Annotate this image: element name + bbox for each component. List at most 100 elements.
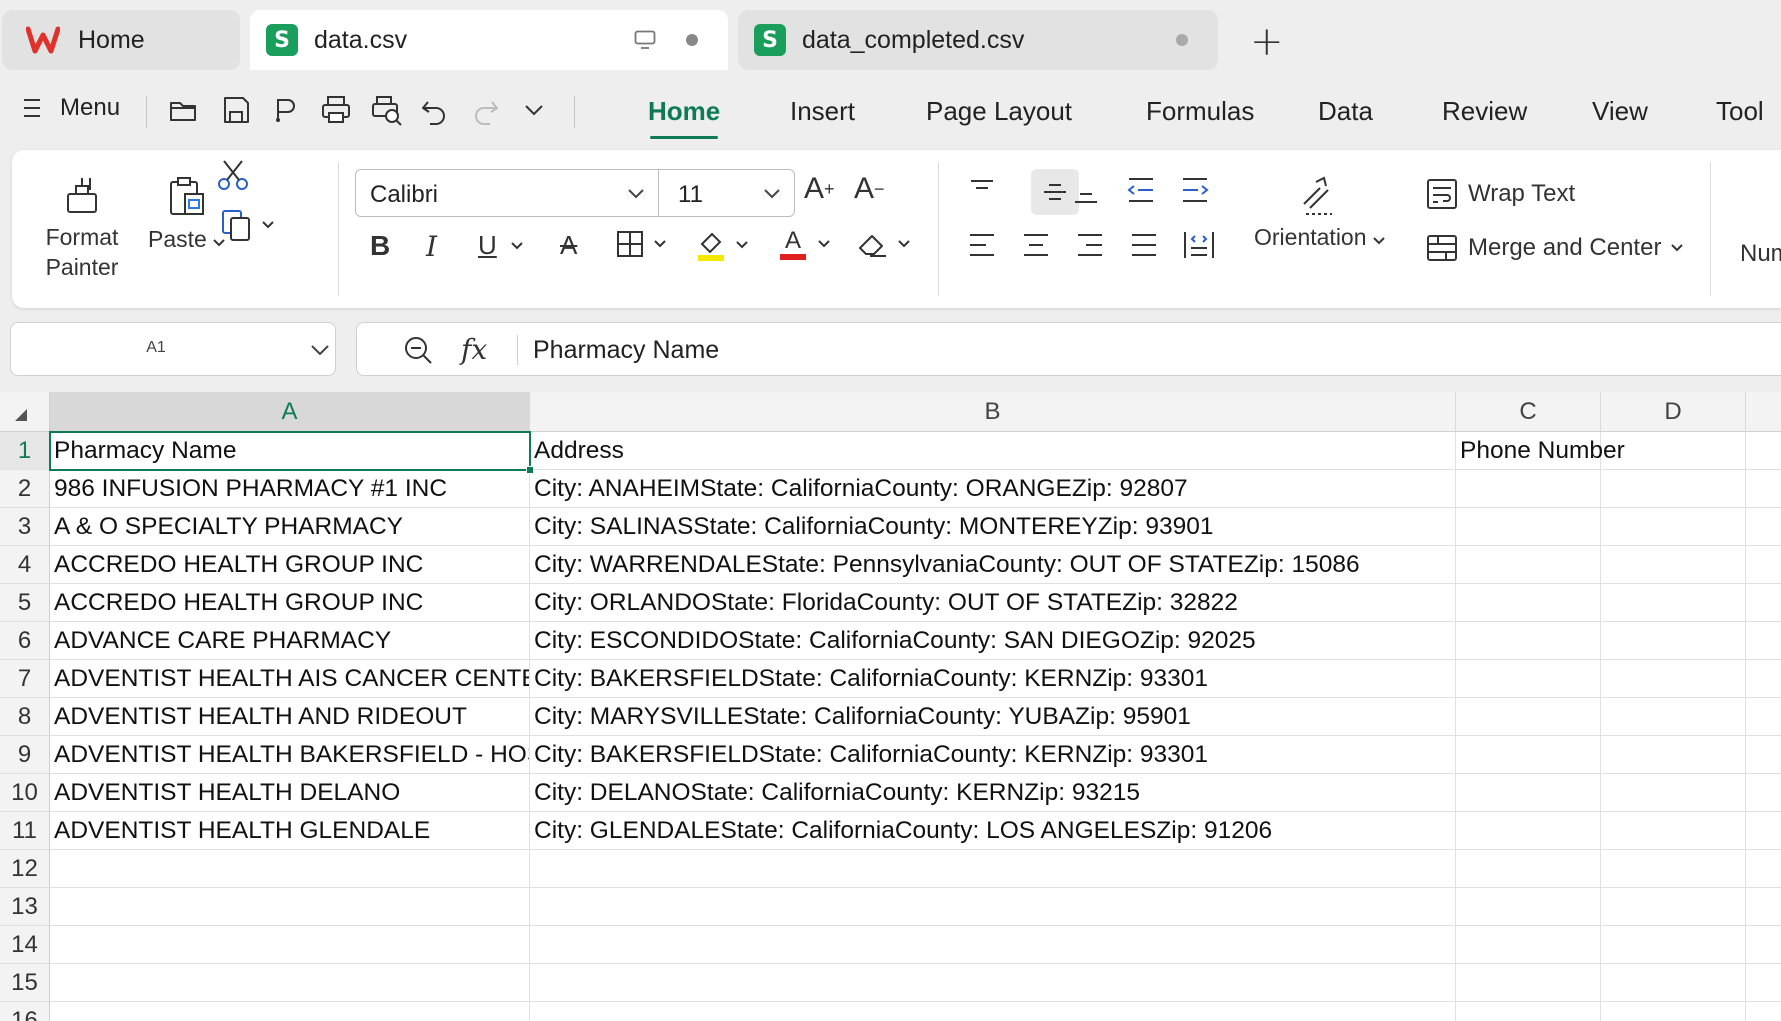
cell-c3[interactable]: [1456, 508, 1601, 546]
format-painter-button[interactable]: Format Painter: [44, 174, 120, 282]
row-header[interactable]: 2: [0, 470, 50, 508]
row-header[interactable]: 1: [0, 432, 50, 470]
chevron-down-icon[interactable]: [628, 189, 644, 199]
ribbon-tab-review[interactable]: Review: [1442, 96, 1527, 127]
tab-home[interactable]: Home: [2, 10, 240, 70]
row-header[interactable]: 10: [0, 774, 50, 812]
row-header[interactable]: 4: [0, 546, 50, 584]
cell-e12[interactable]: [1746, 850, 1781, 888]
cell-d12[interactable]: [1601, 850, 1746, 888]
cell-d16[interactable]: [1601, 1002, 1746, 1021]
cell-e8[interactable]: [1746, 698, 1781, 736]
cell-d5[interactable]: [1601, 584, 1746, 622]
ribbon-tab-view[interactable]: View: [1592, 96, 1648, 127]
ribbon-tab-tool[interactable]: Tool: [1716, 96, 1764, 127]
cut-icon[interactable]: [216, 158, 250, 192]
cell-reference[interactable]: A1: [11, 339, 301, 357]
cell-b9[interactable]: City: BAKERSFIELDState: CaliforniaCounty…: [530, 736, 1456, 774]
cell-d1[interactable]: [1601, 432, 1746, 470]
cell-d2[interactable]: [1601, 470, 1746, 508]
font-name-input[interactable]: Calibri: [370, 181, 438, 209]
cell-e10[interactable]: [1746, 774, 1781, 812]
tab-data-csv[interactable]: S data.csv: [250, 10, 728, 70]
chevron-down-icon[interactable]: [311, 345, 329, 355]
cell-d7[interactable]: [1601, 660, 1746, 698]
align-bottom-icon[interactable]: [1072, 178, 1100, 206]
tab-data-completed-csv[interactable]: S data_completed.csv: [738, 10, 1218, 70]
cell-c7[interactable]: [1456, 660, 1601, 698]
borders-button[interactable]: [616, 230, 666, 258]
unsaved-dot-icon[interactable]: [1176, 34, 1188, 46]
font-size-input[interactable]: 11: [678, 181, 703, 209]
cell-c12[interactable]: [1456, 850, 1601, 888]
cell-b8[interactable]: City: MARYSVILLEState: CaliforniaCounty:…: [530, 698, 1456, 736]
cell-d11[interactable]: [1601, 812, 1746, 850]
cell-d6[interactable]: [1601, 622, 1746, 660]
cell-e1[interactable]: [1746, 432, 1781, 470]
name-box[interactable]: A1: [10, 322, 336, 376]
ribbon-tab-insert[interactable]: Insert: [790, 96, 855, 127]
cell-b16[interactable]: [530, 1002, 1456, 1021]
column-header-d[interactable]: D: [1601, 392, 1746, 432]
cell-b11[interactable]: City: GLENDALEState: CaliforniaCounty: L…: [530, 812, 1456, 850]
cell-b12[interactable]: [530, 850, 1456, 888]
row-header[interactable]: 7: [0, 660, 50, 698]
cell-c4[interactable]: [1456, 546, 1601, 584]
cell-e5[interactable]: [1746, 584, 1781, 622]
cell-e7[interactable]: [1746, 660, 1781, 698]
chevron-down-icon[interactable]: [522, 102, 546, 118]
orientation-button[interactable]: Orientation: [1254, 174, 1385, 251]
increase-font-size-icon[interactable]: A +: [804, 172, 835, 206]
cell-c2[interactable]: [1456, 470, 1601, 508]
cell-b13[interactable]: [530, 888, 1456, 926]
row-header[interactable]: 9: [0, 736, 50, 774]
cell-a4[interactable]: ACCREDO HEALTH GROUP INC: [50, 546, 530, 584]
cell-c6[interactable]: [1456, 622, 1601, 660]
cell-a6[interactable]: ADVANCE CARE PHARMACY: [50, 622, 530, 660]
row-header[interactable]: 3: [0, 508, 50, 546]
row-header[interactable]: 13: [0, 888, 50, 926]
row-header[interactable]: 8: [0, 698, 50, 736]
ribbon-tab-data[interactable]: Data: [1318, 96, 1373, 127]
formula-input[interactable]: Pharmacy Name: [533, 336, 719, 365]
cell-d14[interactable]: [1601, 926, 1746, 964]
cell-d9[interactable]: [1601, 736, 1746, 774]
fill-color-button[interactable]: [696, 228, 748, 262]
decrease-font-size-icon[interactable]: A −: [854, 172, 885, 206]
cell-b1[interactable]: Address: [530, 432, 1456, 470]
wrap-text-button[interactable]: Wrap Text: [1426, 178, 1575, 210]
print-icon[interactable]: [320, 94, 352, 126]
cell-e15[interactable]: [1746, 964, 1781, 1002]
cell-d15[interactable]: [1601, 964, 1746, 1002]
cell-e13[interactable]: [1746, 888, 1781, 926]
redo-icon[interactable]: [470, 94, 500, 126]
chevron-down-icon[interactable]: [764, 189, 780, 199]
cell-b14[interactable]: [530, 926, 1456, 964]
cell-c1[interactable]: Phone Number: [1456, 432, 1625, 470]
cell-a2[interactable]: 986 INFUSION PHARMACY #1 INC: [50, 470, 530, 508]
align-left-icon[interactable]: [968, 232, 996, 258]
cell-b5[interactable]: City: ORLANDOState: FloridaCounty: OUT O…: [530, 584, 1456, 622]
increase-indent-icon[interactable]: [1180, 176, 1210, 204]
cell-e16[interactable]: [1746, 1002, 1781, 1021]
ribbon-tab-formulas[interactable]: Formulas: [1146, 96, 1254, 127]
row-header[interactable]: 16: [0, 1002, 50, 1021]
merge-center-button[interactable]: Merge and Center: [1426, 234, 1684, 262]
column-header-e[interactable]: [1746, 392, 1781, 432]
bold-icon[interactable]: B: [370, 230, 390, 262]
cell-c15[interactable]: [1456, 964, 1601, 1002]
distributed-icon[interactable]: [1182, 230, 1216, 260]
cell-d13[interactable]: [1601, 888, 1746, 926]
select-all-corner[interactable]: [0, 392, 50, 432]
cell-c5[interactable]: [1456, 584, 1601, 622]
clear-button[interactable]: [856, 230, 910, 258]
cell-a11[interactable]: ADVENTIST HEALTH GLENDALE: [50, 812, 530, 850]
cell-c8[interactable]: [1456, 698, 1601, 736]
cell-a5[interactable]: ACCREDO HEALTH GROUP INC: [50, 584, 530, 622]
cell-b7[interactable]: City: BAKERSFIELDState: CaliforniaCounty…: [530, 660, 1456, 698]
cell-e6[interactable]: [1746, 622, 1781, 660]
cell-a7[interactable]: ADVENTIST HEALTH AIS CANCER CENTER: [50, 660, 530, 698]
new-tab-plus-icon[interactable]: +: [1250, 22, 1284, 62]
row-header[interactable]: 5: [0, 584, 50, 622]
cell-c13[interactable]: [1456, 888, 1601, 926]
